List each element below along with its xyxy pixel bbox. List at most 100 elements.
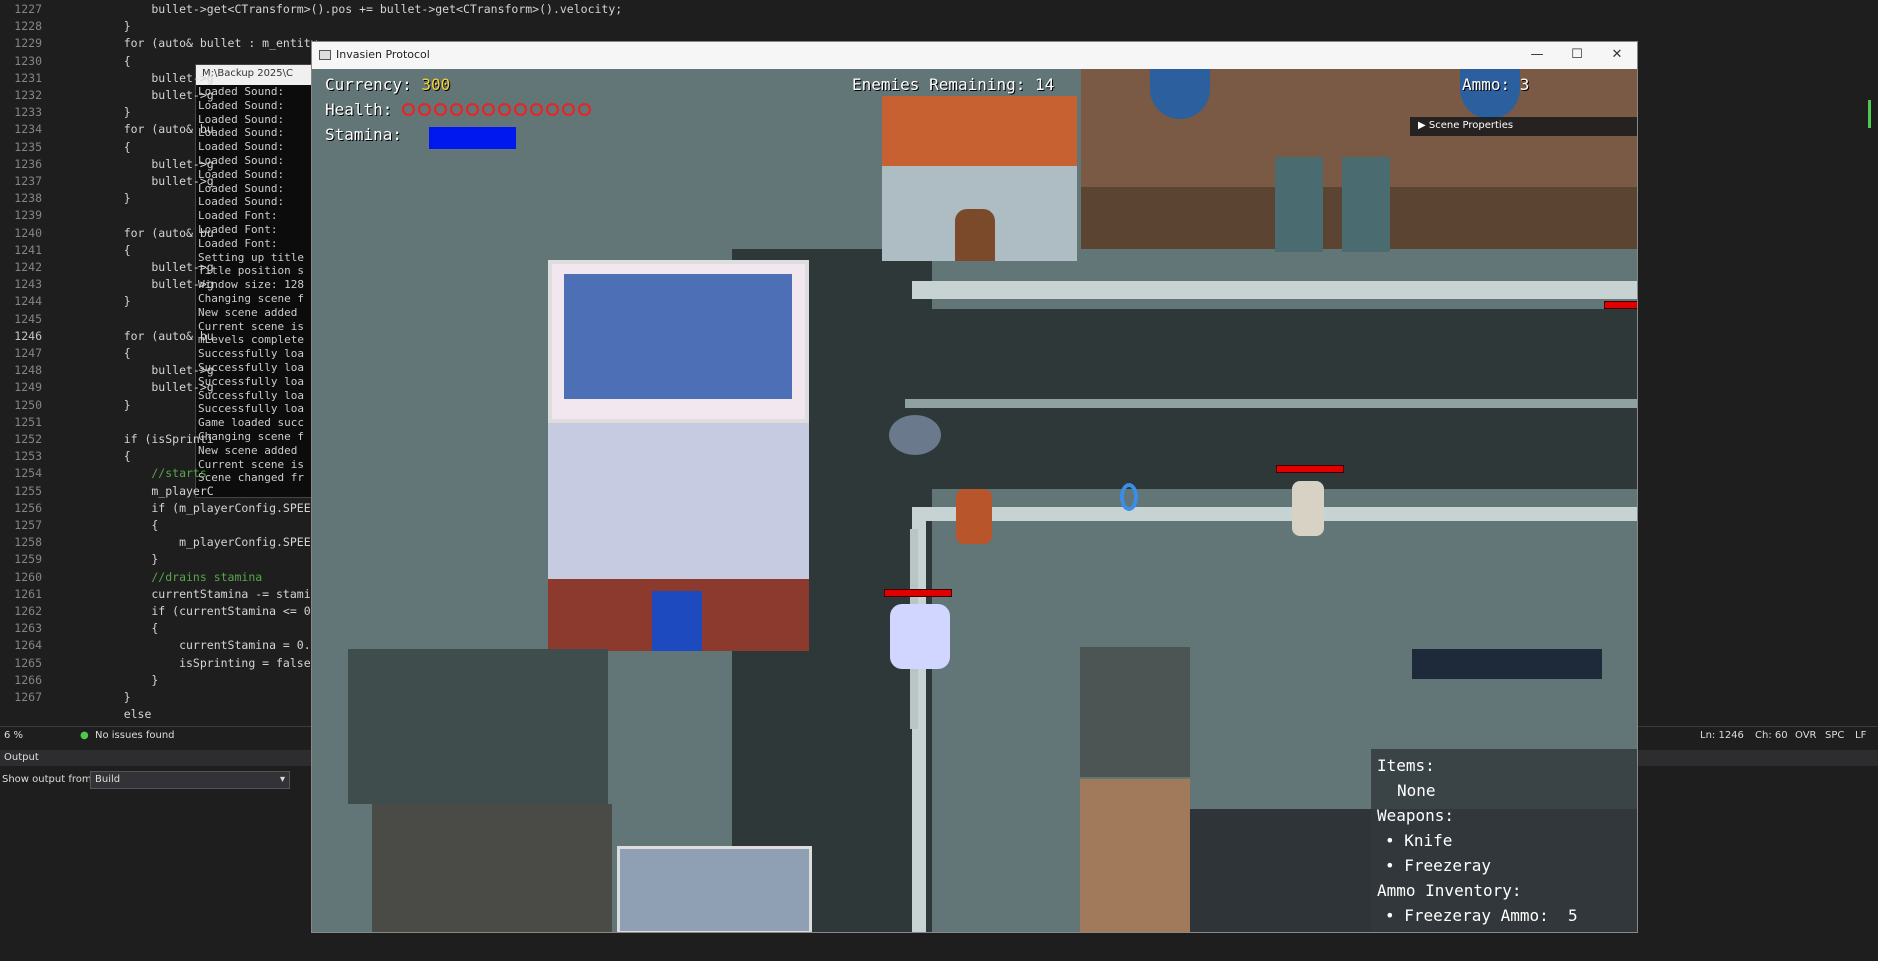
line-number: 1233 <box>14 105 42 120</box>
code-line: } <box>96 690 131 704</box>
scroll-map-edge[interactable] <box>1860 60 1878 180</box>
line-number: 1267 <box>14 690 42 704</box>
line-number: 1245 <box>14 311 42 326</box>
code-line: m_playerConfig.SPEED <box>96 535 318 550</box>
maximize-button[interactable]: ☐ <box>1557 45 1597 65</box>
line-indicator[interactable]: Ln: 1246 <box>1700 730 1744 741</box>
portal-ring-icon <box>1120 483 1138 511</box>
issues-status[interactable]: No issues found <box>95 730 175 741</box>
wood-house <box>1080 779 1190 932</box>
health-label: Health: <box>325 100 393 119</box>
code-line: } <box>96 105 131 120</box>
lower-building <box>617 846 812 932</box>
heart-icon <box>418 103 432 116</box>
code-line: if (currentStamina <= 0. <box>96 604 318 618</box>
console-line: Game loaded succ <box>198 416 304 430</box>
console-line: Successfully loa <box>198 388 304 402</box>
code-line: { <box>96 53 131 68</box>
freezeray-ammo-value: 5 <box>1568 906 1578 925</box>
console-line: Loaded Sound: <box>198 112 285 126</box>
line-number: 1248 <box>14 363 42 378</box>
console-line: Loaded Sound: <box>198 140 285 154</box>
console-line: Loaded Sound: <box>198 167 285 181</box>
code-line: bullet->g <box>96 156 214 171</box>
line-number: 1240 <box>14 225 42 240</box>
line-number: 1241 <box>14 242 42 257</box>
code-line: } <box>96 552 159 567</box>
manhole-cover <box>889 415 941 455</box>
ovr-indicator[interactable]: OVR <box>1795 730 1816 741</box>
line-number: 1247 <box>14 346 42 360</box>
heart-icon <box>498 103 512 116</box>
game-title-bar[interactable]: Invasien Protocol — ☐ ✕ <box>312 42 1637 69</box>
items-label: Items: <box>1377 756 1435 775</box>
line-number: 1253 <box>14 449 42 464</box>
code-line: if (m_playerConfig.SPEED <box>96 500 318 515</box>
fence-mid <box>912 507 1637 521</box>
game-window[interactable]: Invasien Protocol — ☐ ✕ Currency: 300 He… <box>311 41 1638 933</box>
line-number: 1246 <box>14 328 42 343</box>
output-toolbar: Show output from: Build ▾ <box>0 770 330 790</box>
code-line: { <box>96 449 131 464</box>
close-button[interactable]: ✕ <box>1597 45 1637 65</box>
console-line: Loaded Sound: <box>198 195 285 209</box>
currency-label: Currency: <box>325 75 412 94</box>
line-number: 1261 <box>14 586 42 601</box>
code-line: for (auto& bu <box>96 122 214 137</box>
office-door <box>652 591 702 651</box>
console-line: Loaded Sound: <box>198 126 285 140</box>
health-hearts <box>402 100 594 119</box>
weapon-freezeray: • Freezeray <box>1385 856 1491 875</box>
shed-roof <box>1080 647 1190 777</box>
items-value: None <box>1397 781 1436 800</box>
enemy-health-bar <box>1276 465 1344 473</box>
console-line: Successfully loa <box>198 360 304 374</box>
console-line: Successfully loa <box>198 347 304 361</box>
line-number: 1234 <box>14 122 42 137</box>
code-line: for (auto& bu <box>96 225 214 240</box>
code-line: for (auto& bu <box>96 328 214 343</box>
console-line: mLevels complete <box>198 333 304 347</box>
code-line: } <box>96 294 131 309</box>
line-number: 1252 <box>14 432 42 446</box>
line-number: 1242 <box>14 260 42 274</box>
line-number: 1228 <box>14 19 42 34</box>
check-icon: ● <box>80 730 89 741</box>
output-source-dropdown[interactable]: Build ▾ <box>90 771 290 789</box>
line-number: 1235 <box>14 139 42 154</box>
spc-indicator[interactable]: SPC <box>1825 730 1844 741</box>
weapon-knife: • Knife <box>1385 831 1453 850</box>
line-number: 1251 <box>14 414 42 429</box>
heart-icon <box>530 103 544 116</box>
scene-properties-toggle[interactable]: ▶ Scene Properties <box>1410 117 1637 136</box>
line-number: 1238 <box>14 191 42 206</box>
code-line: { <box>96 621 159 636</box>
lf-indicator[interactable]: LF <box>1855 730 1866 741</box>
line-number: 1258 <box>14 535 42 550</box>
code-line: } <box>96 191 131 206</box>
line-number: 1250 <box>14 397 42 412</box>
minimize-button[interactable]: — <box>1517 45 1557 65</box>
office-roof-top <box>564 274 792 399</box>
skeleton-enemy <box>1292 481 1324 536</box>
line-number: 1231 <box>14 70 42 85</box>
line-number: 1263 <box>14 621 42 636</box>
show-output-label: Show output from: <box>2 774 95 785</box>
line-number: 1229 <box>14 36 42 51</box>
warehouse-roof <box>348 649 608 804</box>
line-number: 1243 <box>14 277 42 292</box>
line-number: 1236 <box>14 156 42 171</box>
heart-icon <box>578 103 592 116</box>
col-indicator[interactable]: Ch: 60 <box>1755 730 1788 741</box>
line-number: 1227 <box>14 2 42 16</box>
line-number: 1266 <box>14 672 42 687</box>
enemy-health-bar-2 <box>884 589 952 597</box>
hud-health: Health: <box>325 100 594 119</box>
line-number-gutter: 1227 1228 1229 1230 1231 1232 1233 1234 1235 1236… <box>0 0 70 726</box>
code-line: } <box>96 19 131 34</box>
zoom-level[interactable]: 6 % <box>4 730 23 741</box>
game-scene[interactable]: Currency: 300 Health: Stamina: Enemies R… <box>312 69 1637 932</box>
code-line: //drains stamina <box>96 569 263 584</box>
dark-roof-strip <box>1412 649 1602 679</box>
ammo-entry: • Freezeray Ammo: 5 <box>1377 903 1633 928</box>
